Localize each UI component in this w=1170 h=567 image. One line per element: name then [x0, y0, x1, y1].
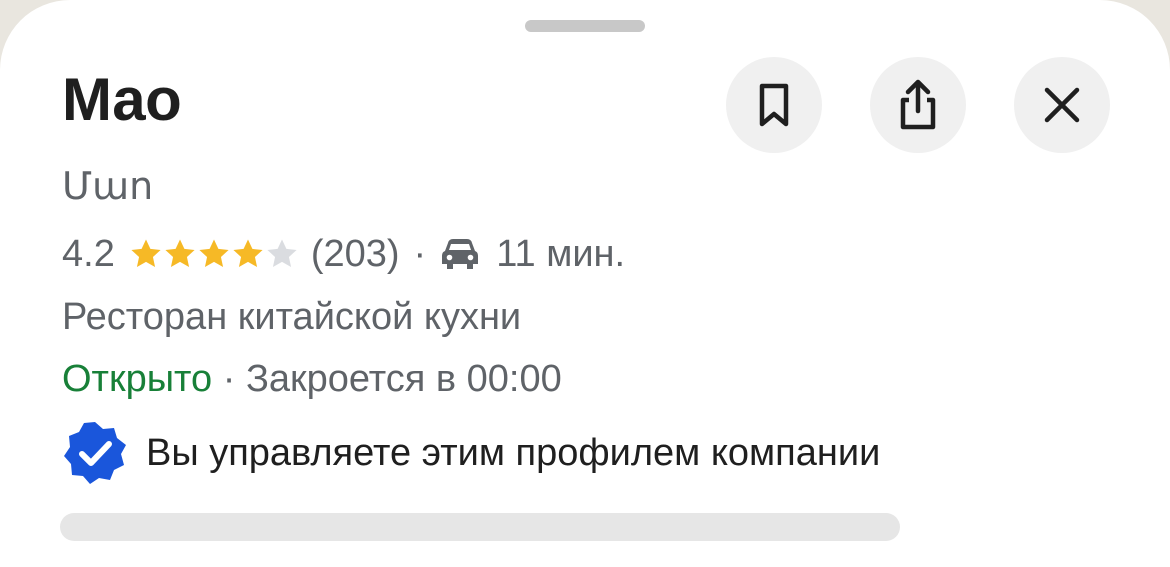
- share-button[interactable]: [870, 57, 966, 153]
- closing-time: Закроется в 00:00: [245, 358, 562, 400]
- review-count[interactable]: (203): [311, 233, 400, 276]
- rating-value: 4.2: [62, 232, 115, 275]
- save-button[interactable]: [726, 57, 822, 153]
- place-name: Мао: [62, 66, 182, 133]
- loading-placeholder: [60, 513, 900, 541]
- verified-text: Вы управляете этим профилем компании: [146, 431, 881, 474]
- star-icon: [233, 239, 263, 268]
- close-icon: [1044, 87, 1080, 123]
- share-icon: [900, 79, 936, 130]
- close-button[interactable]: [1014, 57, 1110, 153]
- bookmark-icon: [759, 83, 789, 127]
- star-icon: [199, 239, 229, 268]
- star-empty-icon: [267, 239, 297, 268]
- place-local-name: Մաո: [62, 166, 154, 208]
- open-status: Открыто: [62, 358, 213, 400]
- hours-row[interactable]: Открыто · Закроется в 00:00: [62, 356, 562, 402]
- car-icon: [442, 239, 479, 269]
- place-category: Ресторан китайской кухни: [62, 296, 522, 338]
- separator-dot: ·: [222, 358, 246, 400]
- rating-row[interactable]: 4.2 (203) · 11 мин.: [62, 230, 625, 278]
- star-icon: [165, 239, 195, 268]
- drive-time: 11 мин.: [496, 232, 626, 275]
- owner-verified-row[interactable]: Вы управляете этим профилем компании: [62, 420, 880, 486]
- verified-badge-icon: [64, 422, 126, 484]
- drag-handle[interactable]: [525, 20, 645, 32]
- star-icon: [131, 239, 161, 268]
- separator-dot: ·: [413, 232, 427, 275]
- rating-stars: [129, 237, 299, 271]
- place-bottom-sheet: Мао Մաո 4.2 (203) · 11 мин. Ресторан кит…: [0, 0, 1170, 567]
